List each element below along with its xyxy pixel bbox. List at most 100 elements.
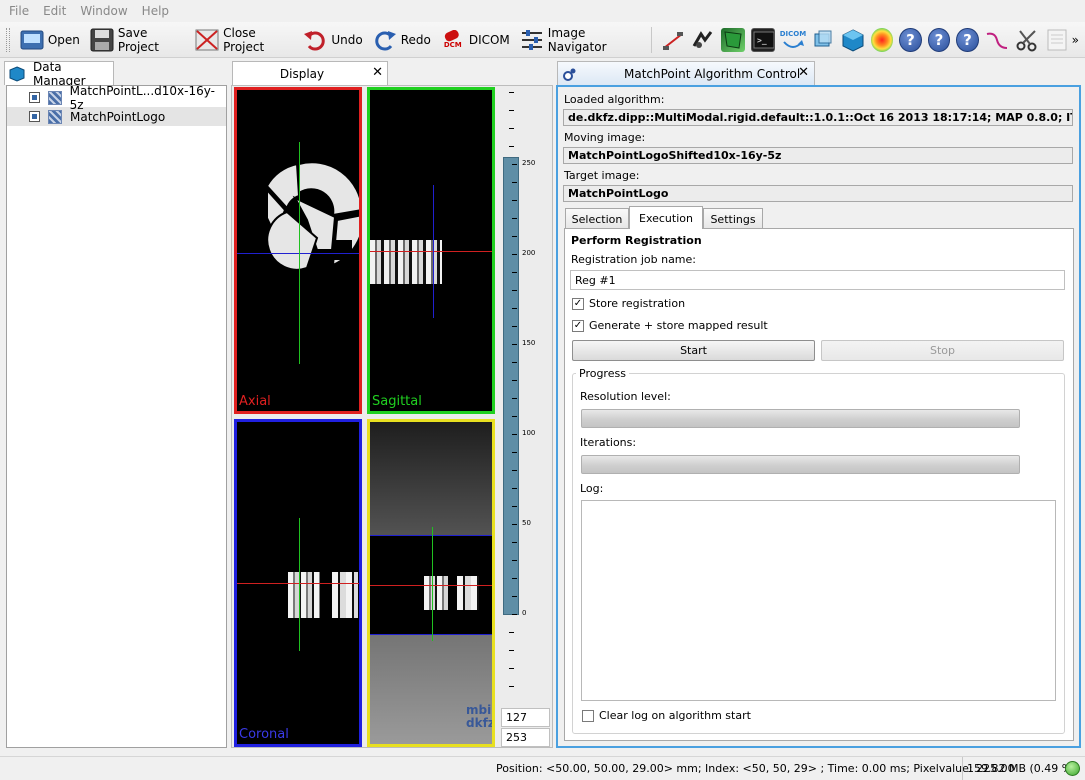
scale-tick-label: 0 (522, 609, 527, 617)
position-readout: Position: <50.00, 50.00, 29.00> mm; Inde… (496, 762, 1015, 775)
crosshair-horizontal (237, 583, 359, 584)
svg-text:>_: >_ (757, 36, 767, 45)
scale-tick (509, 146, 514, 147)
command-line-icon[interactable]: >_ (750, 27, 775, 52)
crosshair-vertical (299, 142, 300, 364)
save-project-button[interactable]: Save Project (86, 25, 189, 55)
document-icon[interactable] (1045, 28, 1069, 52)
level-window-bar[interactable] (503, 157, 519, 615)
segmentation-icon[interactable] (691, 28, 715, 52)
generate-mapped-label: Generate + store mapped result (589, 319, 768, 332)
measurement-icon[interactable] (661, 28, 685, 52)
level-window-widget[interactable]: 250 200 150 100 50 0 (500, 87, 550, 707)
moving-image-value: MatchPointLogoShifted10x-16y-5z (563, 147, 1073, 164)
heatmap-icon[interactable] (870, 27, 894, 52)
matchpoint-tab[interactable]: MatchPoint Algorithm Control ✕ (557, 61, 815, 85)
scale-tick (512, 182, 517, 183)
crosshair-horizontal (370, 251, 492, 252)
stop-button[interactable]: Stop (821, 340, 1064, 361)
crosshair-vertical (432, 527, 433, 641)
coronal-render-window[interactable]: Coronal (234, 419, 362, 747)
toolbar-overflow-icon[interactable]: » (1072, 33, 1079, 47)
image-navigator-button[interactable]: Image Navigator (516, 25, 643, 55)
volume-visualization-icon[interactable] (720, 27, 745, 52)
close-icon[interactable]: ✕ (798, 65, 809, 80)
view-navigator-icon[interactable] (811, 28, 835, 52)
data-manager-icon (9, 65, 25, 82)
scale-tick (512, 218, 517, 219)
crosshair-horizontal (237, 253, 359, 254)
dicom-button[interactable]: DCM DICOM (437, 25, 514, 55)
scale-tick (512, 416, 517, 417)
target-image-label: Target image: (564, 169, 640, 182)
close-icon[interactable]: ✕ (372, 65, 383, 80)
clear-log-label: Clear log on algorithm start (599, 709, 751, 722)
help-icon[interactable]: ? (899, 27, 922, 52)
scale-tick-label: 50 (522, 519, 531, 527)
tab-execution[interactable]: Execution (629, 206, 703, 229)
scale-tick (512, 326, 517, 327)
log-textarea[interactable] (581, 500, 1056, 701)
undo-icon (303, 28, 327, 52)
data-manager-tab[interactable]: Data Manager (4, 60, 114, 88)
crosshair-vertical (433, 185, 434, 318)
scale-tick (512, 560, 517, 561)
axial-render-window[interactable]: Axial (234, 87, 362, 414)
tab-settings[interactable]: Settings (703, 208, 763, 229)
menu-help[interactable]: Help (135, 4, 176, 18)
status-led-icon (1065, 761, 1080, 776)
view-label: Axial (239, 394, 271, 409)
tab-selection[interactable]: Selection (565, 208, 629, 229)
display-tab[interactable]: Display ✕ (232, 61, 388, 85)
menu-file[interactable]: File (2, 4, 36, 18)
start-button[interactable]: Start (572, 340, 815, 361)
scale-tick (512, 362, 517, 363)
help-icon[interactable]: ? (927, 27, 951, 52)
curve-icon[interactable] (985, 28, 1009, 52)
close-project-button[interactable]: Close Project (191, 25, 297, 55)
dicom-label: DICOM (468, 32, 510, 47)
status-bar: Position: <50.00, 50.00, 29.00> mm; Inde… (0, 756, 1085, 780)
generate-mapped-result-checkbox[interactable]: ✓ Generate + store mapped result (572, 319, 768, 332)
visibility-checkbox[interactable] (29, 111, 40, 122)
scale-tick (512, 272, 517, 273)
window-input[interactable]: 253 (501, 728, 550, 747)
matchpoint-plugin-icon (562, 66, 578, 82)
scale-tick (512, 200, 517, 201)
job-name-input[interactable]: Reg #1 (570, 270, 1065, 290)
log-label: Log: (580, 482, 604, 495)
dicom-import-icon[interactable]: DICOM (780, 28, 806, 52)
cube-icon[interactable] (841, 28, 865, 52)
help-icon[interactable]: ? (956, 27, 979, 52)
open-button[interactable]: Open (16, 25, 84, 55)
save-icon (90, 28, 114, 52)
checkbox-box: ✓ (572, 319, 584, 332)
menu-edit[interactable]: Edit (36, 4, 73, 18)
toolbar-separator (651, 26, 652, 53)
scale-tick (512, 308, 517, 309)
visibility-checkbox[interactable] (29, 92, 40, 103)
clear-log-checkbox[interactable]: Clear log on algorithm start (582, 709, 751, 722)
menu-window[interactable]: Window (73, 4, 134, 18)
loaded-algorithm-label: Loaded algorithm: (564, 93, 665, 106)
store-registration-checkbox[interactable]: ✓ Store registration (572, 297, 685, 310)
undo-label: Undo (331, 32, 363, 47)
level-input[interactable]: 127 (501, 708, 550, 727)
logo-slice-image (288, 572, 320, 618)
main-toolbar: Open Save Project Close Project Undo Red… (0, 22, 1085, 58)
crosshair-vertical (299, 518, 300, 651)
sagittal-render-window[interactable]: Sagittal (367, 87, 495, 414)
scissors-icon[interactable] (1015, 28, 1039, 52)
checkbox-box (582, 709, 594, 722)
list-item[interactable]: MatchPointL...d10x-16y-5z (7, 84, 226, 112)
3d-render-window[interactable]: mbi dkfz (367, 419, 495, 747)
toolbar-grip[interactable] (6, 27, 10, 52)
scale-tick (512, 470, 517, 471)
view-label: Coronal (239, 727, 289, 742)
redo-button[interactable]: Redo (369, 25, 435, 55)
save-project-label: Save Project (117, 25, 159, 54)
redo-icon (373, 28, 397, 52)
scale-tick (512, 524, 517, 525)
scale-tick (512, 398, 517, 399)
undo-button[interactable]: Undo (299, 25, 366, 55)
